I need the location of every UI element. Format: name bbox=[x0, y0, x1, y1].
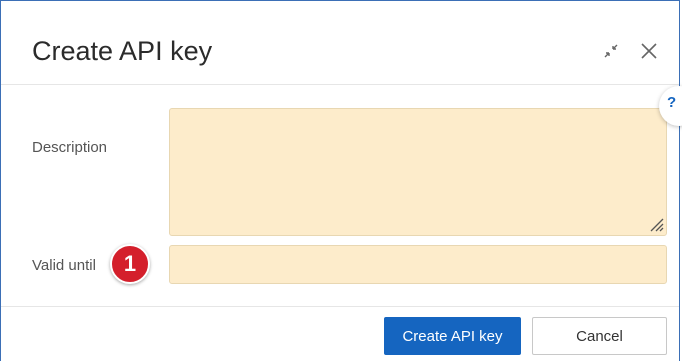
close-icon[interactable] bbox=[637, 39, 661, 63]
create-api-key-button[interactable]: Create API key bbox=[384, 317, 521, 355]
dialog-header: Create API key bbox=[1, 1, 679, 85]
dialog-title: Create API key bbox=[32, 36, 213, 66]
help-icon: ? bbox=[667, 94, 677, 111]
create-api-key-dialog: Create API key Description Valid until 1… bbox=[0, 0, 680, 361]
step-badge: 1 bbox=[110, 244, 150, 284]
valid-until-input[interactable] bbox=[169, 245, 667, 284]
resize-grip-icon[interactable] bbox=[645, 213, 665, 233]
cancel-button[interactable]: Cancel bbox=[532, 317, 667, 355]
description-label: Description bbox=[32, 139, 108, 156]
minimize-icon[interactable] bbox=[599, 39, 623, 63]
valid-until-label: Valid until bbox=[32, 257, 96, 274]
description-input[interactable] bbox=[169, 108, 667, 236]
